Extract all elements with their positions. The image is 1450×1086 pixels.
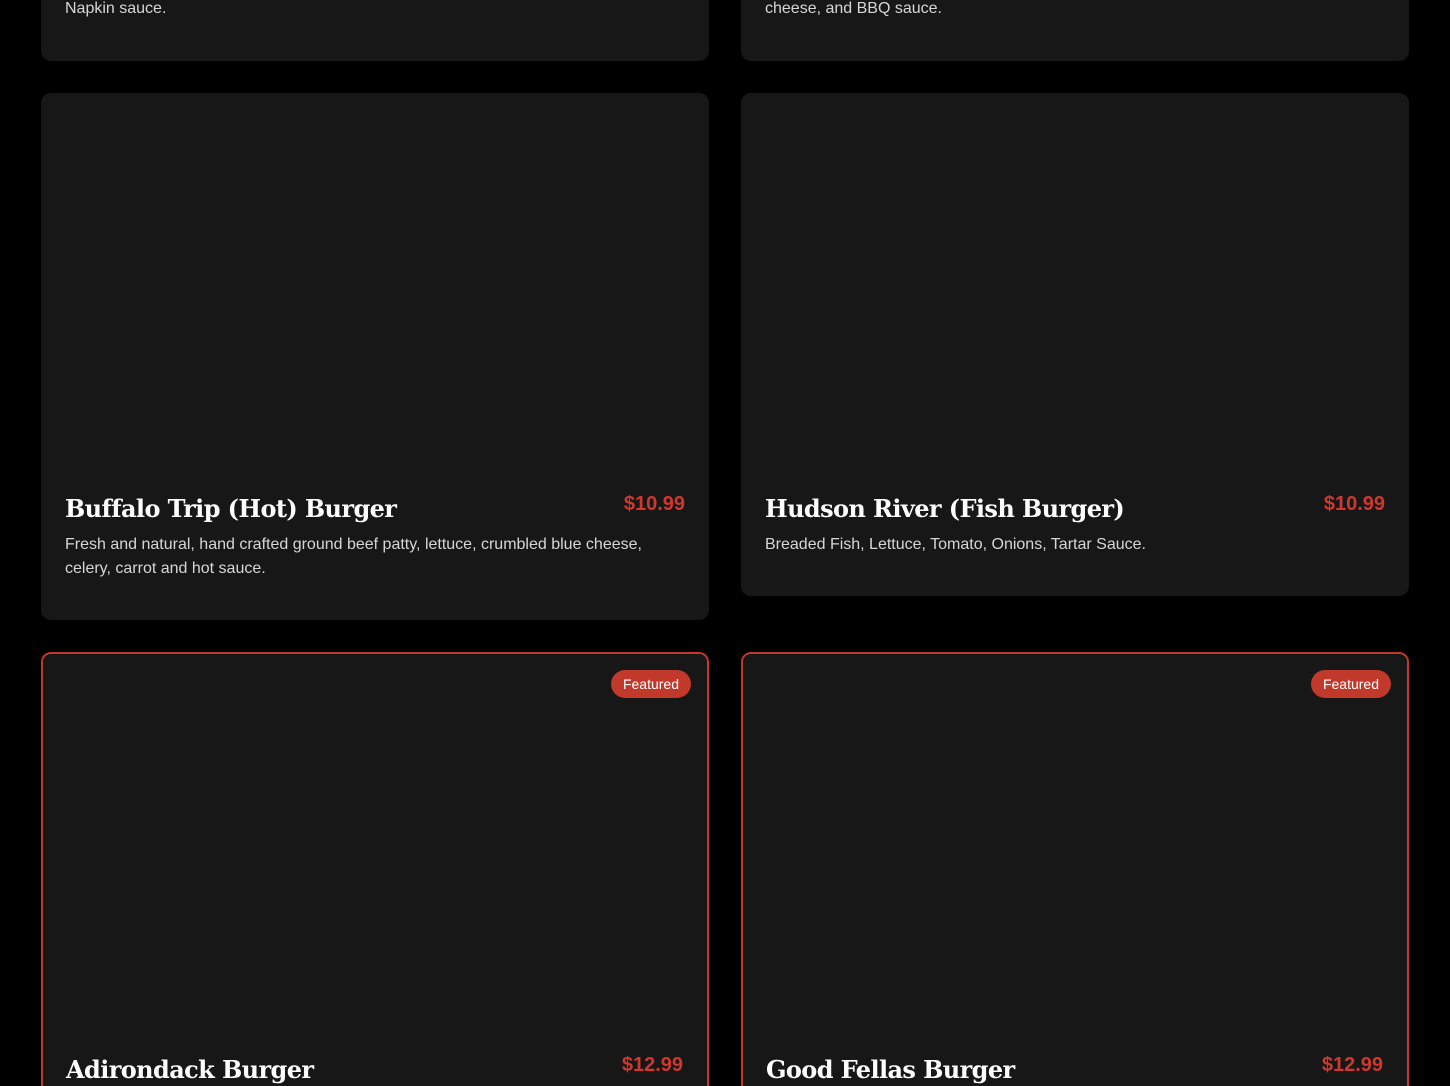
item-name: Adirondack Burger <box>66 1055 314 1084</box>
card-body: Buffalo Trip (Hot) Burger $10.99 Fresh a… <box>65 491 685 581</box>
item-name: Buffalo Trip (Hot) Burger <box>65 494 397 523</box>
item-description: Fresh and natural, hand crafted ground b… <box>65 536 642 577</box>
item-description: Napkin sauce. <box>65 0 167 17</box>
card-body: Hudson River (Fish Burger) $10.99 Breade… <box>765 491 1385 557</box>
item-description: Breaded Fish, Lettuce, Tomato, Onions, T… <box>765 536 1146 553</box>
item-name: Hudson River (Fish Burger) <box>765 494 1125 523</box>
title-row: Good Fellas Burger $12.99 <box>766 1052 1383 1086</box>
featured-badge: Featured <box>1310 670 1391 698</box>
item-price: $10.99 <box>623 493 685 515</box>
title-row: Adirondack Burger $12.99 <box>66 1052 683 1086</box>
item-name: Good Fellas Burger <box>766 1055 1015 1084</box>
item-image-placeholder <box>741 93 1409 473</box>
title-row: Hudson River (Fish Burger) $10.99 <box>765 491 1385 525</box>
card-body: Adirondack Burger $12.99 <box>66 1052 683 1086</box>
menu-card-buffalo-trip-burger[interactable]: Buffalo Trip (Hot) Burger $10.99 Fresh a… <box>41 93 709 620</box>
menu-card-hudson-river-fish-burger[interactable]: Hudson River (Fish Burger) $10.99 Breade… <box>741 93 1409 596</box>
item-image-placeholder <box>743 654 1407 1034</box>
item-price: $12.99 <box>621 1054 683 1076</box>
item-image-placeholder <box>43 654 707 1034</box>
item-image-placeholder <box>41 93 709 473</box>
item-price: $12.99 <box>1321 1054 1383 1076</box>
title-row: Buffalo Trip (Hot) Burger $10.99 <box>65 491 685 525</box>
menu-card-partial-right[interactable]: cheese, and BBQ sauce. <box>741 0 1409 61</box>
item-price: $10.99 <box>1323 493 1385 515</box>
item-description: cheese, and BBQ sauce. <box>765 0 942 17</box>
menu-card-partial-left[interactable]: Napkin sauce. <box>41 0 709 61</box>
menu-card-good-fellas-burger[interactable]: Featured Good Fellas Burger $12.99 <box>741 652 1409 1086</box>
featured-badge: Featured <box>610 670 691 698</box>
menu-card-adirondack-burger[interactable]: Featured Adirondack Burger $12.99 <box>41 652 709 1086</box>
card-body: Good Fellas Burger $12.99 <box>766 1052 1383 1086</box>
